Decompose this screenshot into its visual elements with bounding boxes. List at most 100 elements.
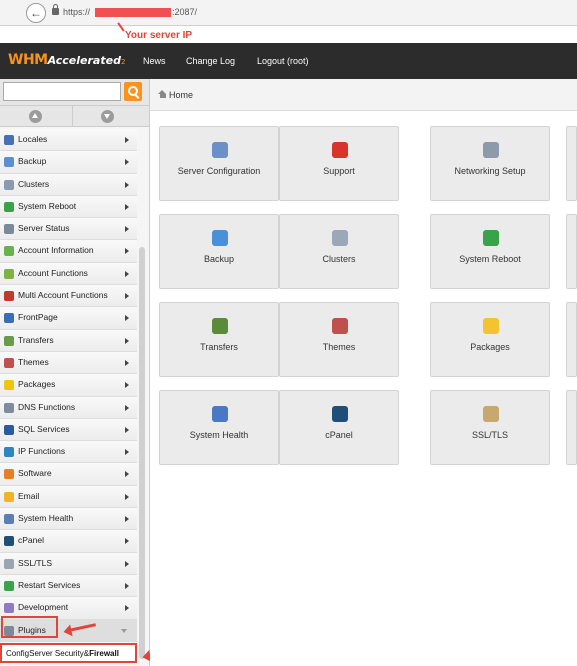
sidebar-item-locales[interactable]: Locales: [0, 129, 137, 152]
tile-label: cPanel: [325, 430, 353, 440]
sidebar-item-sql-services[interactable]: SQL Services: [0, 418, 137, 442]
cpanel-icon: [332, 406, 348, 422]
sidebar-item-label: Transfers: [18, 334, 54, 345]
nav-change-log[interactable]: Change Log: [186, 56, 235, 66]
packages-icon: [4, 380, 14, 391]
logo-sub: 2: [120, 58, 126, 66]
server-configuration-icon: [212, 142, 228, 158]
sidebar-item-label: Packages: [18, 379, 56, 390]
chevron-right-icon: [125, 605, 129, 612]
tile-system-reboot[interactable]: System Reboot: [430, 214, 550, 289]
sidebar-item-label: Backup: [18, 156, 47, 167]
tile-themes[interactable]: Themes: [279, 302, 399, 377]
back-arrow-icon[interactable]: ←: [26, 3, 46, 23]
sidebar-scroll-controls: [0, 105, 150, 128]
chevron-right-icon: [125, 516, 129, 523]
search-icon[interactable]: [124, 82, 142, 101]
sidebar-item-label: IP Functions: [18, 446, 66, 457]
sidebar-item-ip-functions[interactable]: IP Functions: [0, 441, 137, 464]
server-status-icon: [4, 224, 14, 235]
account-functions-icon: [4, 268, 14, 279]
chevron-right-icon: [125, 359, 129, 366]
url-prefix[interactable]: https://: [63, 7, 90, 17]
sidebar-list: Locales Backup Clusters System Reboot Server…: [0, 129, 137, 642]
clusters-icon: [332, 230, 348, 246]
chevron-right-icon: [125, 270, 129, 277]
chevron-right-icon: [125, 137, 129, 143]
locales-icon: [4, 135, 14, 145]
whm-logo[interactable]: WHMAccelerated2: [8, 52, 125, 68]
tile-support[interactable]: Support: [279, 126, 399, 201]
chevron-right-icon: [125, 226, 129, 233]
sidebar-item-system-health[interactable]: System Health: [0, 508, 137, 531]
divider: [72, 106, 73, 128]
tile-partial[interactable]: [566, 126, 577, 201]
sidebar-item-label: Email: [18, 490, 40, 501]
nav-logout[interactable]: Logout (root): [257, 56, 309, 66]
tile-system-health[interactable]: System Health: [159, 390, 279, 465]
tile-packages[interactable]: Packages: [430, 302, 550, 377]
home-icon[interactable]: [158, 90, 167, 98]
sidebar-item-account-functions[interactable]: Account Functions: [0, 262, 137, 286]
tile-ssl-tls[interactable]: SSL/TLS: [430, 390, 550, 465]
sidebar-item-cpanel[interactable]: cPanel: [0, 530, 137, 553]
tile-networking-setup[interactable]: Networking Setup: [430, 126, 550, 201]
sidebar-item-server-status[interactable]: Server Status: [0, 218, 137, 241]
breadcrumb: Home: [150, 79, 577, 111]
chevron-right-icon: [125, 315, 129, 322]
sidebar-item-transfers[interactable]: Transfers: [0, 329, 137, 352]
chevron-right-icon: [125, 493, 129, 500]
configserver-label-prefix: ConfigServer Security&: [6, 649, 90, 658]
account-info-icon: [4, 246, 14, 257]
ssl-icon: [4, 558, 14, 569]
sidebar-item-ssl-tls[interactable]: SSL/TLS: [0, 552, 137, 575]
redacted-ip: [95, 8, 171, 17]
sidebar-item-label: System Health: [18, 513, 74, 524]
scroll-down-icon[interactable]: [101, 110, 114, 123]
chevron-right-icon: [125, 248, 129, 255]
tile-partial[interactable]: [566, 214, 577, 289]
tile-partial[interactable]: [566, 302, 577, 377]
sidebar-item-software[interactable]: Software: [0, 463, 137, 486]
scroll-up-icon[interactable]: [29, 110, 42, 123]
development-icon: [4, 603, 14, 614]
url-port[interactable]: :2087/: [172, 7, 197, 17]
tile-label: System Health: [189, 430, 249, 440]
dns-icon: [4, 402, 14, 413]
configserver-firewall-link[interactable]: ConfigServer Security&Firewall: [0, 643, 137, 663]
sidebar-item-frontpage[interactable]: FrontPage: [0, 307, 137, 330]
search-input[interactable]: [3, 82, 121, 101]
sidebar-item-label: Server Status: [18, 223, 70, 234]
reboot-icon: [4, 201, 14, 212]
transfers-icon: [4, 335, 14, 346]
sidebar-item-label: Software: [18, 468, 52, 479]
restart-icon: [4, 580, 14, 591]
tile-clusters[interactable]: Clusters: [279, 214, 399, 289]
sidebar-item-themes[interactable]: Themes: [0, 351, 137, 375]
sidebar-item-multi-account-functions[interactable]: Multi Account Functions: [0, 285, 137, 308]
sidebar-item-label: SQL Services: [18, 423, 70, 434]
tile-label: Transfers: [200, 342, 238, 352]
nav-news[interactable]: News: [143, 56, 166, 66]
networking-icon: [483, 142, 499, 158]
transfers-icon: [212, 318, 228, 334]
tile-cpanel[interactable]: cPanel: [279, 390, 399, 465]
tile-label: Clusters: [322, 254, 356, 264]
tile-backup[interactable]: Backup: [159, 214, 279, 289]
sidebar-item-email[interactable]: Email: [0, 485, 137, 509]
tile-transfers[interactable]: Transfers: [159, 302, 279, 377]
support-icon: [332, 142, 348, 158]
sidebar-item-account-information[interactable]: Account Information: [0, 240, 137, 263]
tile-server-configuration[interactable]: Server Configuration: [159, 126, 279, 201]
sidebar-scrollbar[interactable]: [139, 247, 145, 659]
breadcrumb-home[interactable]: Home: [169, 90, 193, 100]
sidebar-item-label: System Reboot: [18, 200, 77, 211]
sidebar-item-clusters[interactable]: Clusters: [0, 173, 137, 196]
sidebar-item-restart-services[interactable]: Restart Services: [0, 574, 137, 598]
backup-icon: [4, 157, 14, 168]
sidebar-item-dns-functions[interactable]: DNS Functions: [0, 396, 137, 419]
tile-partial[interactable]: [566, 390, 577, 465]
sidebar-item-packages[interactable]: Packages: [0, 374, 137, 397]
sidebar-item-system-reboot[interactable]: System Reboot: [0, 195, 137, 219]
sidebar-item-backup[interactable]: Backup: [0, 151, 137, 174]
